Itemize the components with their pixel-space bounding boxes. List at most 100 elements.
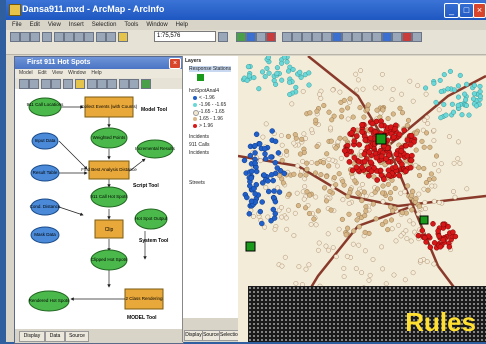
minimize-button[interactable]: _	[444, 3, 459, 18]
menu-selection[interactable]: Selection	[92, 20, 117, 30]
identify-icon[interactable]	[382, 32, 392, 42]
model-close-button[interactable]: ×	[169, 58, 181, 69]
fixed-zoom-out-icon[interactable]	[312, 32, 322, 42]
editor-icon[interactable]	[236, 32, 246, 42]
model-pan-icon[interactable]	[97, 79, 107, 89]
model-add-data-icon[interactable]	[75, 79, 85, 89]
delete-icon[interactable]	[84, 32, 94, 42]
fixed-zoom-in-icon[interactable]	[302, 32, 312, 42]
print-icon[interactable]	[42, 32, 52, 42]
model-menu-window[interactable]: Window	[68, 70, 86, 76]
toc-layer-streets[interactable]: Streets	[189, 180, 205, 186]
model-delete-icon[interactable]	[63, 79, 73, 89]
back-extent-icon[interactable]	[342, 32, 352, 42]
incident-point	[405, 117, 412, 123]
pan-icon[interactable]	[322, 32, 332, 42]
menu-help[interactable]: Help	[176, 20, 188, 30]
tab-display[interactable]: Display	[19, 331, 45, 342]
undo-icon[interactable]	[96, 32, 106, 42]
toc-layer-incidents[interactable]: Incidents	[189, 134, 209, 140]
node-mask-data[interactable]: Mask Data	[30, 226, 60, 244]
toc-tab-source[interactable]: Source	[202, 330, 220, 341]
full-extent-icon[interactable]	[332, 32, 342, 42]
node-clipped-hot-spots[interactable]: Clipped Hot Spots	[90, 249, 128, 271]
node-incremental-results[interactable]: Incremental Results	[135, 139, 176, 159]
node-collect-events[interactable]: Collect Events (with Counts)	[81, 96, 138, 118]
toc-layer-911-calls[interactable]: 911 Calls	[189, 142, 209, 148]
model-copy-icon[interactable]	[51, 79, 61, 89]
node-911-call-locations[interactable]: 911 Call Locations	[27, 97, 64, 117]
cut-icon[interactable]	[54, 32, 64, 42]
measure-icon[interactable]	[402, 32, 412, 42]
menu-file[interactable]: File	[12, 20, 22, 30]
save-icon[interactable]	[30, 32, 40, 42]
model-layout-icon[interactable]	[107, 79, 117, 89]
node-hot-spot-output[interactable]: Hot Spot Output	[134, 208, 168, 230]
forward-extent-icon[interactable]	[352, 32, 362, 42]
incident-point	[423, 85, 429, 91]
node-rendered-hot-spots[interactable]: Rendered Hot Spots	[28, 290, 71, 312]
model-select-icon[interactable]	[119, 79, 129, 89]
select-features-icon[interactable]	[362, 32, 372, 42]
maximize-button[interactable]: □	[459, 3, 474, 18]
node-find-best-distance[interactable]: Find Best Analysis Distance	[81, 160, 137, 180]
open-icon[interactable]	[20, 32, 30, 42]
incident-point	[390, 86, 396, 92]
tab-data[interactable]: Data	[45, 331, 65, 342]
model-connect-icon[interactable]	[129, 79, 139, 89]
incident-point	[366, 277, 372, 283]
menu-window[interactable]: Window	[146, 20, 167, 30]
node-cond-distance[interactable]: Cond. Distance	[30, 198, 61, 216]
menu-insert[interactable]: Insert	[69, 20, 84, 30]
find-icon[interactable]	[392, 32, 402, 42]
title-bar[interactable]: Dansa911.mxd - ArcMap - ArcInfo _ □ ×	[6, 0, 486, 20]
model-title-bar[interactable]: First 911 Hot Spots ×	[15, 57, 183, 69]
select-elements-icon[interactable]	[372, 32, 382, 42]
incident-point	[293, 84, 299, 90]
copy-icon[interactable]	[64, 32, 74, 42]
new-icon[interactable]	[10, 32, 20, 42]
hyperlink-icon[interactable]	[412, 32, 422, 42]
redo-icon[interactable]	[106, 32, 116, 42]
incident-point	[363, 204, 369, 210]
model-menu-view[interactable]: View	[52, 70, 63, 76]
paste-icon[interactable]	[74, 32, 84, 42]
node-clip[interactable]: Clip	[94, 219, 124, 239]
toc-layer-response-stations[interactable]: Response Stations	[189, 66, 231, 72]
toc-layer-hotspot[interactable]: hotSpotAnal4	[189, 88, 219, 94]
model-cut-icon[interactable]	[41, 79, 51, 89]
model-print-icon[interactable]	[29, 79, 39, 89]
incident-point	[430, 221, 436, 227]
toc-layer-incidents-2[interactable]: Incidents	[189, 150, 209, 156]
scale-dropdown-icon[interactable]	[218, 32, 228, 42]
incident-point	[450, 229, 456, 235]
toc-tab-selection[interactable]: Selection	[219, 330, 241, 341]
close-button[interactable]: ×	[473, 3, 486, 18]
node-input-data[interactable]: Input Data	[31, 132, 59, 150]
model-save-icon[interactable]	[19, 79, 29, 89]
menu-view[interactable]: View	[48, 20, 61, 30]
incident-point	[393, 238, 399, 244]
menu-tools[interactable]: Tools	[124, 20, 138, 30]
node-weighted-points[interactable]: Weighted Points	[90, 127, 128, 149]
node-911-call-hot-spots[interactable]: 911 Call Hot Spots	[90, 186, 128, 208]
add-data-icon[interactable]	[118, 32, 128, 42]
node-result-table[interactable]: Result Table	[30, 164, 60, 182]
node-2-class-rendering[interactable]: 2 Class Rendering	[124, 288, 164, 310]
command-line-icon[interactable]	[256, 32, 266, 42]
model-run-icon[interactable]	[141, 79, 151, 89]
map-scale-field[interactable]: 1:75,576	[154, 31, 216, 42]
toc-tab-display[interactable]: Display	[184, 330, 203, 341]
zoom-out-icon[interactable]	[292, 32, 302, 42]
tab-source[interactable]: Source	[65, 331, 89, 342]
menu-edit[interactable]: Edit	[30, 20, 40, 30]
incident-point	[477, 83, 483, 89]
modelbuilder-icon[interactable]	[266, 32, 276, 42]
model-zoom-icon[interactable]	[87, 79, 97, 89]
model-menu-edit[interactable]: Edit	[38, 70, 47, 76]
toolbox-icon[interactable]	[246, 32, 256, 42]
model-menu-help[interactable]: Help	[91, 70, 101, 76]
incident-point	[354, 217, 360, 223]
zoom-in-icon[interactable]	[282, 32, 292, 42]
model-menu-model[interactable]: Model	[19, 70, 33, 76]
